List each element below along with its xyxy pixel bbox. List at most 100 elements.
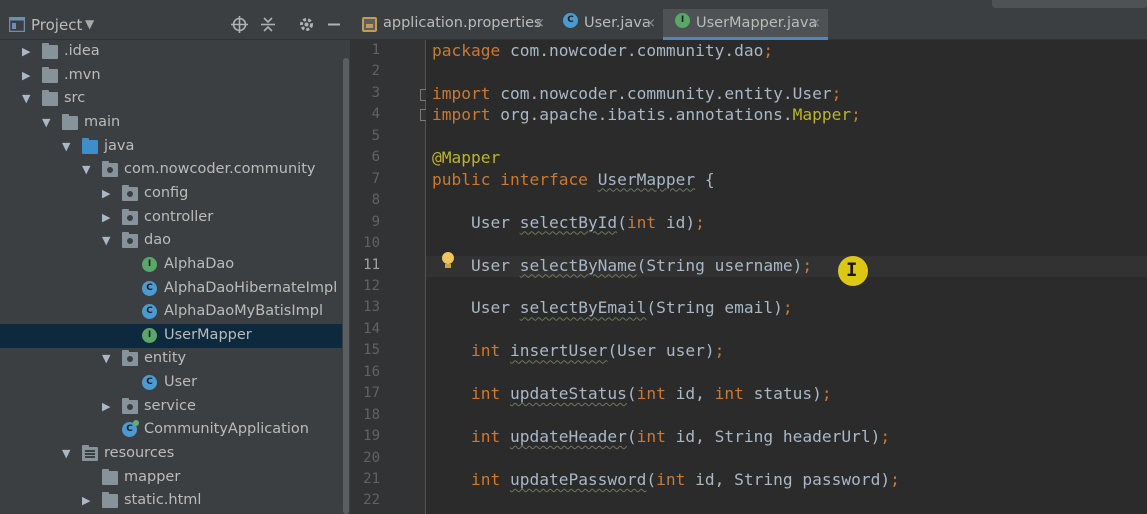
run-config-widget[interactable] <box>992 0 1147 8</box>
project-tree: ▶ .idea ▶ .mvn ▼ src ▼ main ▼ java ▼ com.nowcoder.c… <box>0 40 350 514</box>
line-number: 16 <box>363 363 380 380</box>
code-line[interactable] <box>426 234 1147 255</box>
tree-item[interactable]: ▶ static.html <box>0 489 342 513</box>
code-line[interactable] <box>426 449 1147 470</box>
tree-item[interactable]: ▶ config <box>0 182 342 206</box>
tree-item[interactable]: C CommunityApplication <box>0 418 342 442</box>
code-line[interactable]: User selectById(int id); <box>426 213 1147 234</box>
tree-item-label: com.nowcoder.community <box>124 161 316 178</box>
minimize-icon[interactable] <box>326 16 342 33</box>
code-line[interactable] <box>426 363 1147 384</box>
tree-item[interactable]: ▶ service <box>0 395 342 419</box>
tree-item[interactable]: ▼ java <box>0 135 342 159</box>
code-line[interactable]: int updatePassword(int id, String passwo… <box>426 470 1147 491</box>
editor-tab[interactable]: I UserMapper.java × <box>663 9 828 40</box>
code-token: int <box>432 427 510 447</box>
code-line[interactable]: User selectByEmail(String email); <box>426 298 1147 319</box>
tree-item[interactable]: ▼ src <box>0 87 342 111</box>
tree-item[interactable]: C AlphaDaoHibernateImpl <box>0 277 342 301</box>
tree-item[interactable]: C User <box>0 371 342 395</box>
code-token: User <box>432 298 520 318</box>
code-line[interactable] <box>426 277 1147 298</box>
code-line[interactable]: int updateHeader(int id, String headerUr… <box>426 427 1147 448</box>
tree-item[interactable]: ▼ entity <box>0 347 342 371</box>
source-folder-icon <box>82 137 98 154</box>
project-tree-scrollbar[interactable] <box>342 40 350 514</box>
code-line[interactable]: @Mapper <box>426 148 1147 169</box>
tree-item[interactable]: I AlphaDao <box>0 253 342 277</box>
tree-item-label: controller <box>144 208 214 225</box>
code-line[interactable]: import com.nowcoder.community.entity.Use… <box>426 84 1147 105</box>
code-token: id, String password) <box>685 470 891 489</box>
line-number: 3 <box>371 84 380 101</box>
code-line[interactable]: User selectByName(String username); <box>426 255 1147 277</box>
code-token: selectById <box>519 212 618 232</box>
tree-item[interactable]: ▼ dao <box>0 229 342 253</box>
line-number: 7 <box>371 170 380 187</box>
class-icon: C <box>142 304 157 320</box>
code-line[interactable] <box>426 406 1147 427</box>
code-line[interactable]: int insertUser(User user); <box>426 341 1147 362</box>
project-view-icon[interactable] <box>9 17 25 32</box>
collapsed-arrow-icon[interactable]: ▶ <box>22 69 30 82</box>
tree-item[interactable]: C AlphaDaoMyBatisImpl <box>0 300 342 324</box>
line-number: 11 <box>363 256 380 273</box>
code-editor[interactable]: package com.nowcoder.community.dao; impor… <box>426 40 1147 514</box>
tree-item[interactable]: ▼ main <box>0 111 342 135</box>
expanded-arrow-icon[interactable]: ▼ <box>42 116 50 129</box>
expanded-arrow-icon[interactable]: ▼ <box>102 352 110 365</box>
expanded-arrow-icon[interactable]: ▼ <box>102 234 110 247</box>
code-token: @Mapper <box>432 148 501 168</box>
expanded-arrow-icon[interactable]: ▼ <box>62 447 70 460</box>
gear-icon[interactable] <box>298 16 315 33</box>
code-token: (String username) <box>636 255 803 275</box>
code-token: int <box>432 341 510 361</box>
tree-item[interactable]: I UserMapper <box>0 323 342 348</box>
code-line[interactable] <box>426 320 1147 341</box>
close-icon[interactable]: × <box>810 16 821 31</box>
code-token: com.nowcoder.community.entity.User <box>490 83 832 103</box>
collapsed-arrow-icon[interactable]: ▶ <box>82 494 90 507</box>
tree-item[interactable]: mapper <box>0 466 342 490</box>
code-line[interactable]: package com.nowcoder.community.dao; <box>426 41 1147 62</box>
chevron-down-icon[interactable]: ▼ <box>85 17 94 31</box>
tree-item[interactable]: ▶ .mvn <box>0 64 342 88</box>
code-token: Mapper <box>792 105 852 125</box>
code-line-text: User selectByEmail(String email); <box>432 298 793 317</box>
line-number: 10 <box>363 235 380 252</box>
collapse-all-icon[interactable] <box>260 16 276 33</box>
line-number: 5 <box>371 127 380 144</box>
code-line[interactable] <box>426 191 1147 212</box>
code-token: { <box>695 169 715 189</box>
tree-item[interactable]: ▶ controller <box>0 206 342 230</box>
close-icon[interactable]: × <box>645 16 656 31</box>
scrollbar-thumb[interactable] <box>343 58 349 514</box>
interface-icon: I <box>142 327 157 343</box>
collapsed-arrow-icon[interactable]: ▶ <box>102 187 110 200</box>
tree-item[interactable]: ▼ resources <box>0 442 342 466</box>
expanded-arrow-icon[interactable]: ▼ <box>62 140 70 153</box>
line-number: 18 <box>363 406 380 423</box>
editor-tab[interactable]: C User.java × <box>551 9 663 40</box>
code-line[interactable]: public interface UserMapper { <box>426 170 1147 191</box>
code-line[interactable] <box>426 491 1147 512</box>
tree-item-label: resources <box>104 445 175 462</box>
lightbulb-icon[interactable] <box>441 252 455 270</box>
code-line[interactable]: int updateStatus(int id, int status); <box>426 384 1147 405</box>
code-token: com.nowcoder.community.dao <box>500 41 764 60</box>
editor-tab[interactable]: application.properties × <box>350 9 551 40</box>
collapsed-arrow-icon[interactable]: ▶ <box>102 211 110 224</box>
crosshair-icon[interactable] <box>231 16 248 33</box>
code-line[interactable] <box>426 127 1147 148</box>
line-number: 14 <box>363 320 380 337</box>
tree-item[interactable]: ▼ com.nowcoder.community <box>0 158 342 182</box>
tree-item[interactable]: ▶ .idea <box>0 40 342 64</box>
code-line[interactable] <box>426 62 1147 83</box>
project-panel-title[interactable]: Project <box>31 16 82 34</box>
collapsed-arrow-icon[interactable]: ▶ <box>22 45 30 58</box>
collapsed-arrow-icon[interactable]: ▶ <box>102 400 110 413</box>
expanded-arrow-icon[interactable]: ▼ <box>22 92 30 105</box>
close-icon[interactable]: × <box>534 16 545 31</box>
expanded-arrow-icon[interactable]: ▼ <box>82 163 90 176</box>
code-line[interactable]: import org.apache.ibatis.annotations.Map… <box>426 105 1147 126</box>
